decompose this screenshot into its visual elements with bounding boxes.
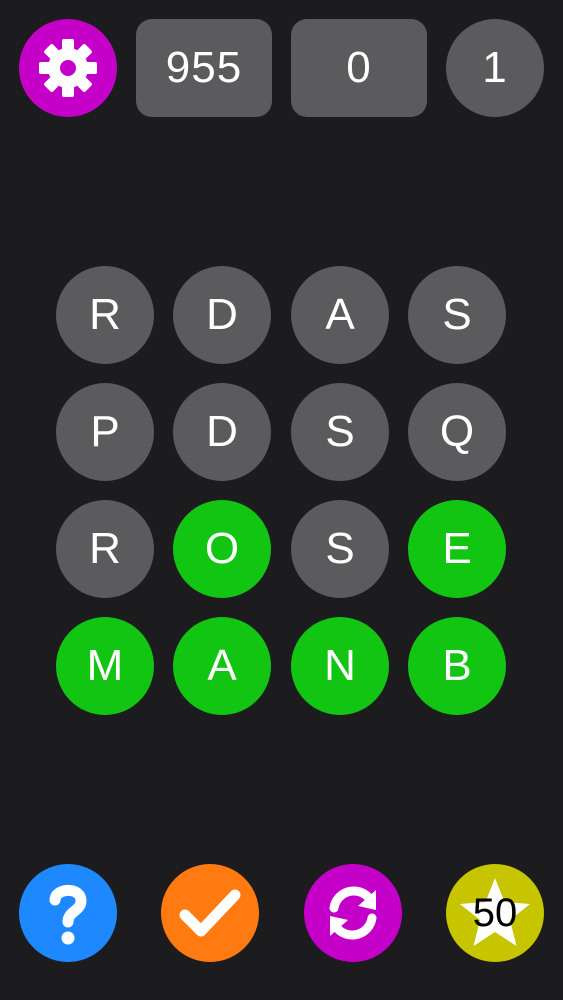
help-button[interactable] bbox=[19, 864, 117, 962]
letter-tile[interactable]: D bbox=[173, 383, 271, 481]
checkmark-icon bbox=[179, 889, 241, 937]
letter-tile-selected[interactable]: E bbox=[408, 500, 506, 598]
tile-letter: R bbox=[89, 290, 121, 339]
tile-letter: R bbox=[89, 524, 121, 573]
tile-letter: D bbox=[206, 290, 238, 339]
letter-tile[interactable]: A bbox=[291, 266, 389, 364]
bonus-button[interactable]: 50 bbox=[446, 864, 544, 962]
tile-letter: D bbox=[206, 407, 238, 456]
submit-button[interactable] bbox=[161, 864, 259, 962]
letter-tile-selected[interactable]: A bbox=[173, 617, 271, 715]
tile-letter: B bbox=[442, 641, 472, 690]
letter-tile[interactable]: D bbox=[173, 266, 271, 364]
found-words-display: 0 bbox=[291, 19, 427, 117]
found-words-value: 0 bbox=[346, 43, 372, 92]
settings-button[interactable] bbox=[19, 19, 117, 117]
tile-letter: S bbox=[325, 524, 355, 573]
letter-tile-selected[interactable]: B bbox=[408, 617, 506, 715]
tile-letter: O bbox=[204, 524, 240, 573]
letter-tile[interactable]: S bbox=[291, 500, 389, 598]
tile-letter: A bbox=[207, 641, 237, 690]
gear-icon bbox=[39, 39, 97, 97]
tile-letter: M bbox=[86, 641, 124, 690]
tile-letter: E bbox=[442, 524, 472, 573]
score-display: 955 bbox=[136, 19, 272, 117]
refresh-icon bbox=[329, 886, 377, 940]
score-value: 955 bbox=[165, 43, 243, 92]
bonus-count: 50 bbox=[472, 890, 518, 935]
shuffle-button[interactable] bbox=[304, 864, 402, 962]
letter-tile[interactable]: S bbox=[291, 383, 389, 481]
letter-tile[interactable]: S bbox=[408, 266, 506, 364]
tile-letter: S bbox=[325, 407, 355, 456]
level-value: 1 bbox=[482, 43, 508, 92]
letter-tile-selected[interactable]: N bbox=[291, 617, 389, 715]
letter-tile[interactable]: Q bbox=[408, 383, 506, 481]
tile-letter: Q bbox=[439, 407, 475, 456]
tile-letter: S bbox=[442, 290, 472, 339]
letter-tile-selected[interactable]: M bbox=[56, 617, 154, 715]
level-display: 1 bbox=[446, 19, 544, 117]
letter-tile[interactable]: P bbox=[56, 383, 154, 481]
question-mark-icon bbox=[49, 884, 87, 945]
tile-letter: P bbox=[90, 407, 120, 456]
letter-tile-selected[interactable]: O bbox=[173, 500, 271, 598]
tile-letter: A bbox=[325, 290, 355, 339]
letter-tile[interactable]: R bbox=[56, 266, 154, 364]
tile-letter: N bbox=[324, 641, 356, 690]
letter-tile[interactable]: R bbox=[56, 500, 154, 598]
